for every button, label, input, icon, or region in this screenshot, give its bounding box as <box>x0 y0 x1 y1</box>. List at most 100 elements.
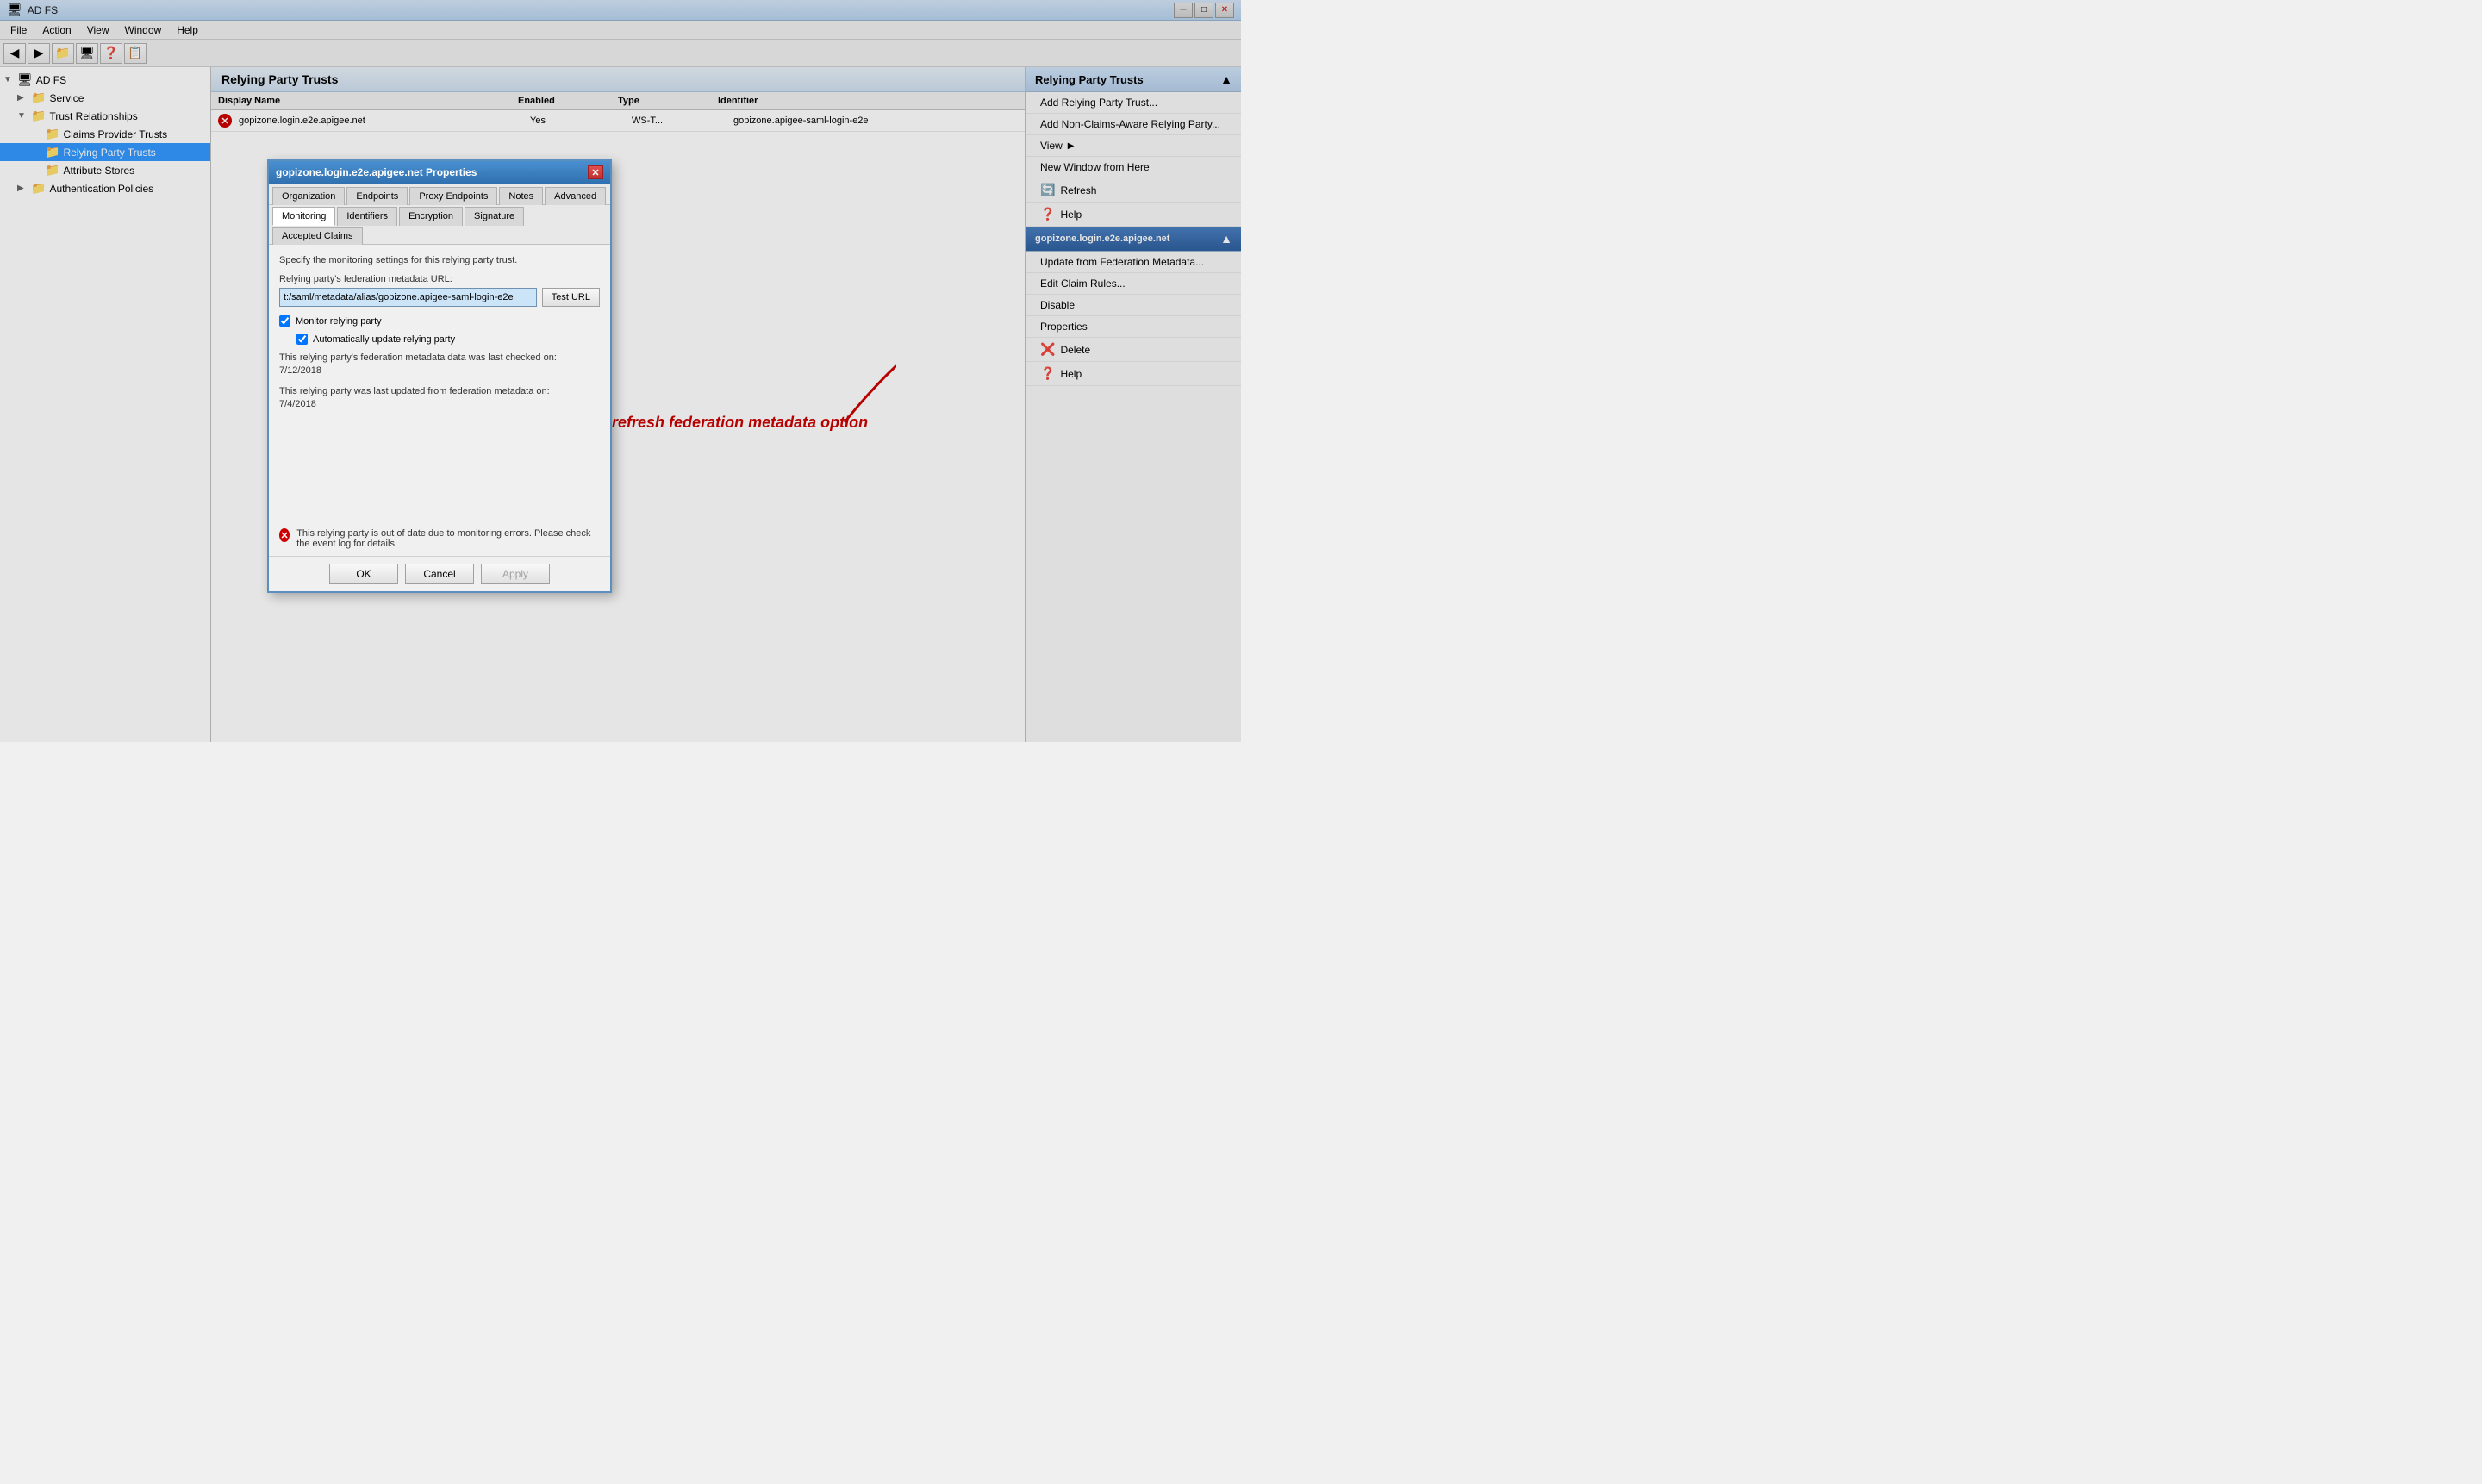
disable-label: Disable <box>1040 299 1075 311</box>
dialog-titlebar: gopizone.login.e2e.apigee.net Properties… <box>269 161 610 184</box>
ok-button[interactable]: OK <box>329 564 398 584</box>
tab-accepted-claims[interactable]: Accepted Claims <box>272 227 363 245</box>
dialog-content: Specify the monitoring settings for this… <box>269 245 610 521</box>
dialog-error-icon: ✕ <box>279 528 290 542</box>
action-add-relying-party[interactable]: Add Relying Party Trust... <box>1026 92 1241 114</box>
relying-party-label: Relying Party Trusts <box>63 147 155 159</box>
adfs-icon: 🖥 <box>17 72 33 87</box>
dialog-close-button[interactable]: ✕ <box>588 165 603 179</box>
tab-endpoints[interactable]: Endpoints <box>346 187 408 205</box>
dialog-title: gopizone.login.e2e.apigee.net Properties <box>276 166 477 178</box>
row-identifier: gopizone.apigee-saml-login-e2e <box>733 115 1018 126</box>
expand-adfs[interactable]: ▼ <box>3 75 14 84</box>
forward-button[interactable]: ▶ <box>28 43 50 64</box>
actions-section-gopizone: gopizone.login.e2e.apigee.net ▲ Update f… <box>1026 227 1241 386</box>
apply-button[interactable]: Apply <box>481 564 550 584</box>
title-bar-left: 🖥 AD FS <box>7 3 58 17</box>
actions-section-rpt: Relying Party Trusts ▲ Add Relying Party… <box>1026 67 1241 227</box>
col-identifier: Identifier <box>718 96 1018 106</box>
export-button[interactable]: 📋 <box>124 43 147 64</box>
action-view[interactable]: View <box>1026 135 1241 157</box>
attribute-stores-icon: 📁 <box>45 163 59 178</box>
properties-dialog: gopizone.login.e2e.apigee.net Properties… <box>267 159 612 593</box>
monitor-checkbox-row: Monitor relying party <box>279 315 600 327</box>
menu-file[interactable]: File <box>3 22 34 38</box>
tree-item-claims-provider[interactable]: ▶ 📁 Claims Provider Trusts <box>0 125 210 143</box>
action-disable[interactable]: Disable <box>1026 295 1241 316</box>
collapse-rpt-icon[interactable]: ▲ <box>1220 72 1232 86</box>
tree-item-trust-relationships[interactable]: ▼ 📁 Trust Relationships <box>0 107 210 125</box>
help-gopizone-label: Help <box>1060 368 1082 380</box>
dialog-error-text: This relying party is out of date due to… <box>296 528 600 549</box>
action-delete[interactable]: ❌ Delete <box>1026 338 1241 362</box>
menu-window[interactable]: Window <box>118 22 169 38</box>
cancel-button[interactable]: Cancel <box>405 564 474 584</box>
tree-item-adfs[interactable]: ▼ 🖥 AD FS <box>0 71 210 89</box>
auth-policies-label: Authentication Policies <box>49 183 153 195</box>
tab-signature[interactable]: Signature <box>465 207 524 226</box>
test-url-button[interactable]: Test URL <box>542 288 600 307</box>
up-button[interactable]: 📁 <box>52 43 74 64</box>
view-label: View <box>1040 140 1063 152</box>
auth-policies-icon: 📁 <box>31 181 46 196</box>
expand-auth-policies[interactable]: ▶ <box>17 184 28 193</box>
action-new-window[interactable]: New Window from Here <box>1026 157 1241 178</box>
edit-claim-rules-label: Edit Claim Rules... <box>1040 277 1126 290</box>
action-update-federation[interactable]: Update from Federation Metadata... <box>1026 252 1241 273</box>
actions-section-rpt-header: Relying Party Trusts ▲ <box>1026 67 1241 92</box>
last-updated-info: This relying party was last updated from… <box>279 385 600 412</box>
attribute-stores-label: Attribute Stores <box>63 165 134 177</box>
toolbar: ◀ ▶ 📁 🖥 ❓ 📋 <box>0 40 1241 67</box>
relying-party-icon: 📁 <box>45 145 59 159</box>
tab-monitoring[interactable]: Monitoring <box>272 207 335 226</box>
center-panel-header: Relying Party Trusts <box>211 67 1025 92</box>
title-bar-controls: ─ □ ✕ <box>1174 3 1234 18</box>
service-label: Service <box>49 92 84 104</box>
metadata-url-row: Test URL <box>279 288 600 307</box>
action-edit-claim-rules[interactable]: Edit Claim Rules... <box>1026 273 1241 295</box>
maximize-button[interactable]: □ <box>1194 3 1213 18</box>
col-type: Type <box>618 96 718 106</box>
tree-item-service[interactable]: ▶ 📁 Service <box>0 89 210 107</box>
help-toolbar-button[interactable]: ❓ <box>100 43 122 64</box>
action-help-gopizone[interactable]: ❓ Help <box>1026 362 1241 386</box>
tree-item-relying-party[interactable]: ▶ 📁 Relying Party Trusts <box>0 143 210 161</box>
action-add-non-claims[interactable]: Add Non-Claims-Aware Relying Party... <box>1026 114 1241 135</box>
menu-help[interactable]: Help <box>170 22 205 38</box>
auto-update-checkbox[interactable] <box>296 334 308 345</box>
action-properties[interactable]: Properties <box>1026 316 1241 338</box>
update-federation-label: Update from Federation Metadata... <box>1040 256 1204 268</box>
adfs-label: AD FS <box>36 74 66 86</box>
properties-label: Properties <box>1040 321 1088 333</box>
monitor-checkbox-label: Monitor relying party <box>296 316 382 327</box>
add-non-claims-label: Add Non-Claims-Aware Relying Party... <box>1040 118 1220 130</box>
tab-notes[interactable]: Notes <box>499 187 543 205</box>
refresh-label: Refresh <box>1060 184 1096 196</box>
back-button[interactable]: ◀ <box>3 43 26 64</box>
monitor-checkbox[interactable] <box>279 315 290 327</box>
expand-service[interactable]: ▶ <box>17 93 28 103</box>
tree-item-auth-policies[interactable]: ▶ 📁 Authentication Policies <box>0 179 210 197</box>
actions-section-gopizone-title: gopizone.login.e2e.apigee.net <box>1035 234 1169 244</box>
show-hide-button[interactable]: 🖥 <box>76 43 98 64</box>
menu-action[interactable]: Action <box>35 22 78 38</box>
auto-update-checkbox-label: Automatically update relying party <box>313 334 455 345</box>
menu-view[interactable]: View <box>80 22 116 38</box>
new-window-label: New Window from Here <box>1040 161 1150 173</box>
close-button[interactable]: ✕ <box>1215 3 1234 18</box>
minimize-button[interactable]: ─ <box>1174 3 1193 18</box>
tab-advanced[interactable]: Advanced <box>545 187 606 205</box>
expand-trust[interactable]: ▼ <box>17 111 28 121</box>
tab-proxy-endpoints[interactable]: Proxy Endpoints <box>409 187 497 205</box>
action-refresh[interactable]: 🔄 Refresh <box>1026 178 1241 203</box>
collapse-gopizone-icon[interactable]: ▲ <box>1220 232 1232 246</box>
tab-organization[interactable]: Organization <box>272 187 345 205</box>
list-row-0[interactable]: ✕ gopizone.login.e2e.apigee.net Yes WS-T… <box>211 110 1025 132</box>
title-bar-title: AD FS <box>28 4 58 16</box>
last-checked-date: 7/12/2018 <box>279 365 321 376</box>
tree-item-attribute-stores[interactable]: ▶ 📁 Attribute Stores <box>0 161 210 179</box>
tab-encryption[interactable]: Encryption <box>399 207 463 226</box>
tab-identifiers[interactable]: Identifiers <box>337 207 397 226</box>
metadata-url-input[interactable] <box>279 288 537 307</box>
action-help-rpt[interactable]: ❓ Help <box>1026 203 1241 227</box>
